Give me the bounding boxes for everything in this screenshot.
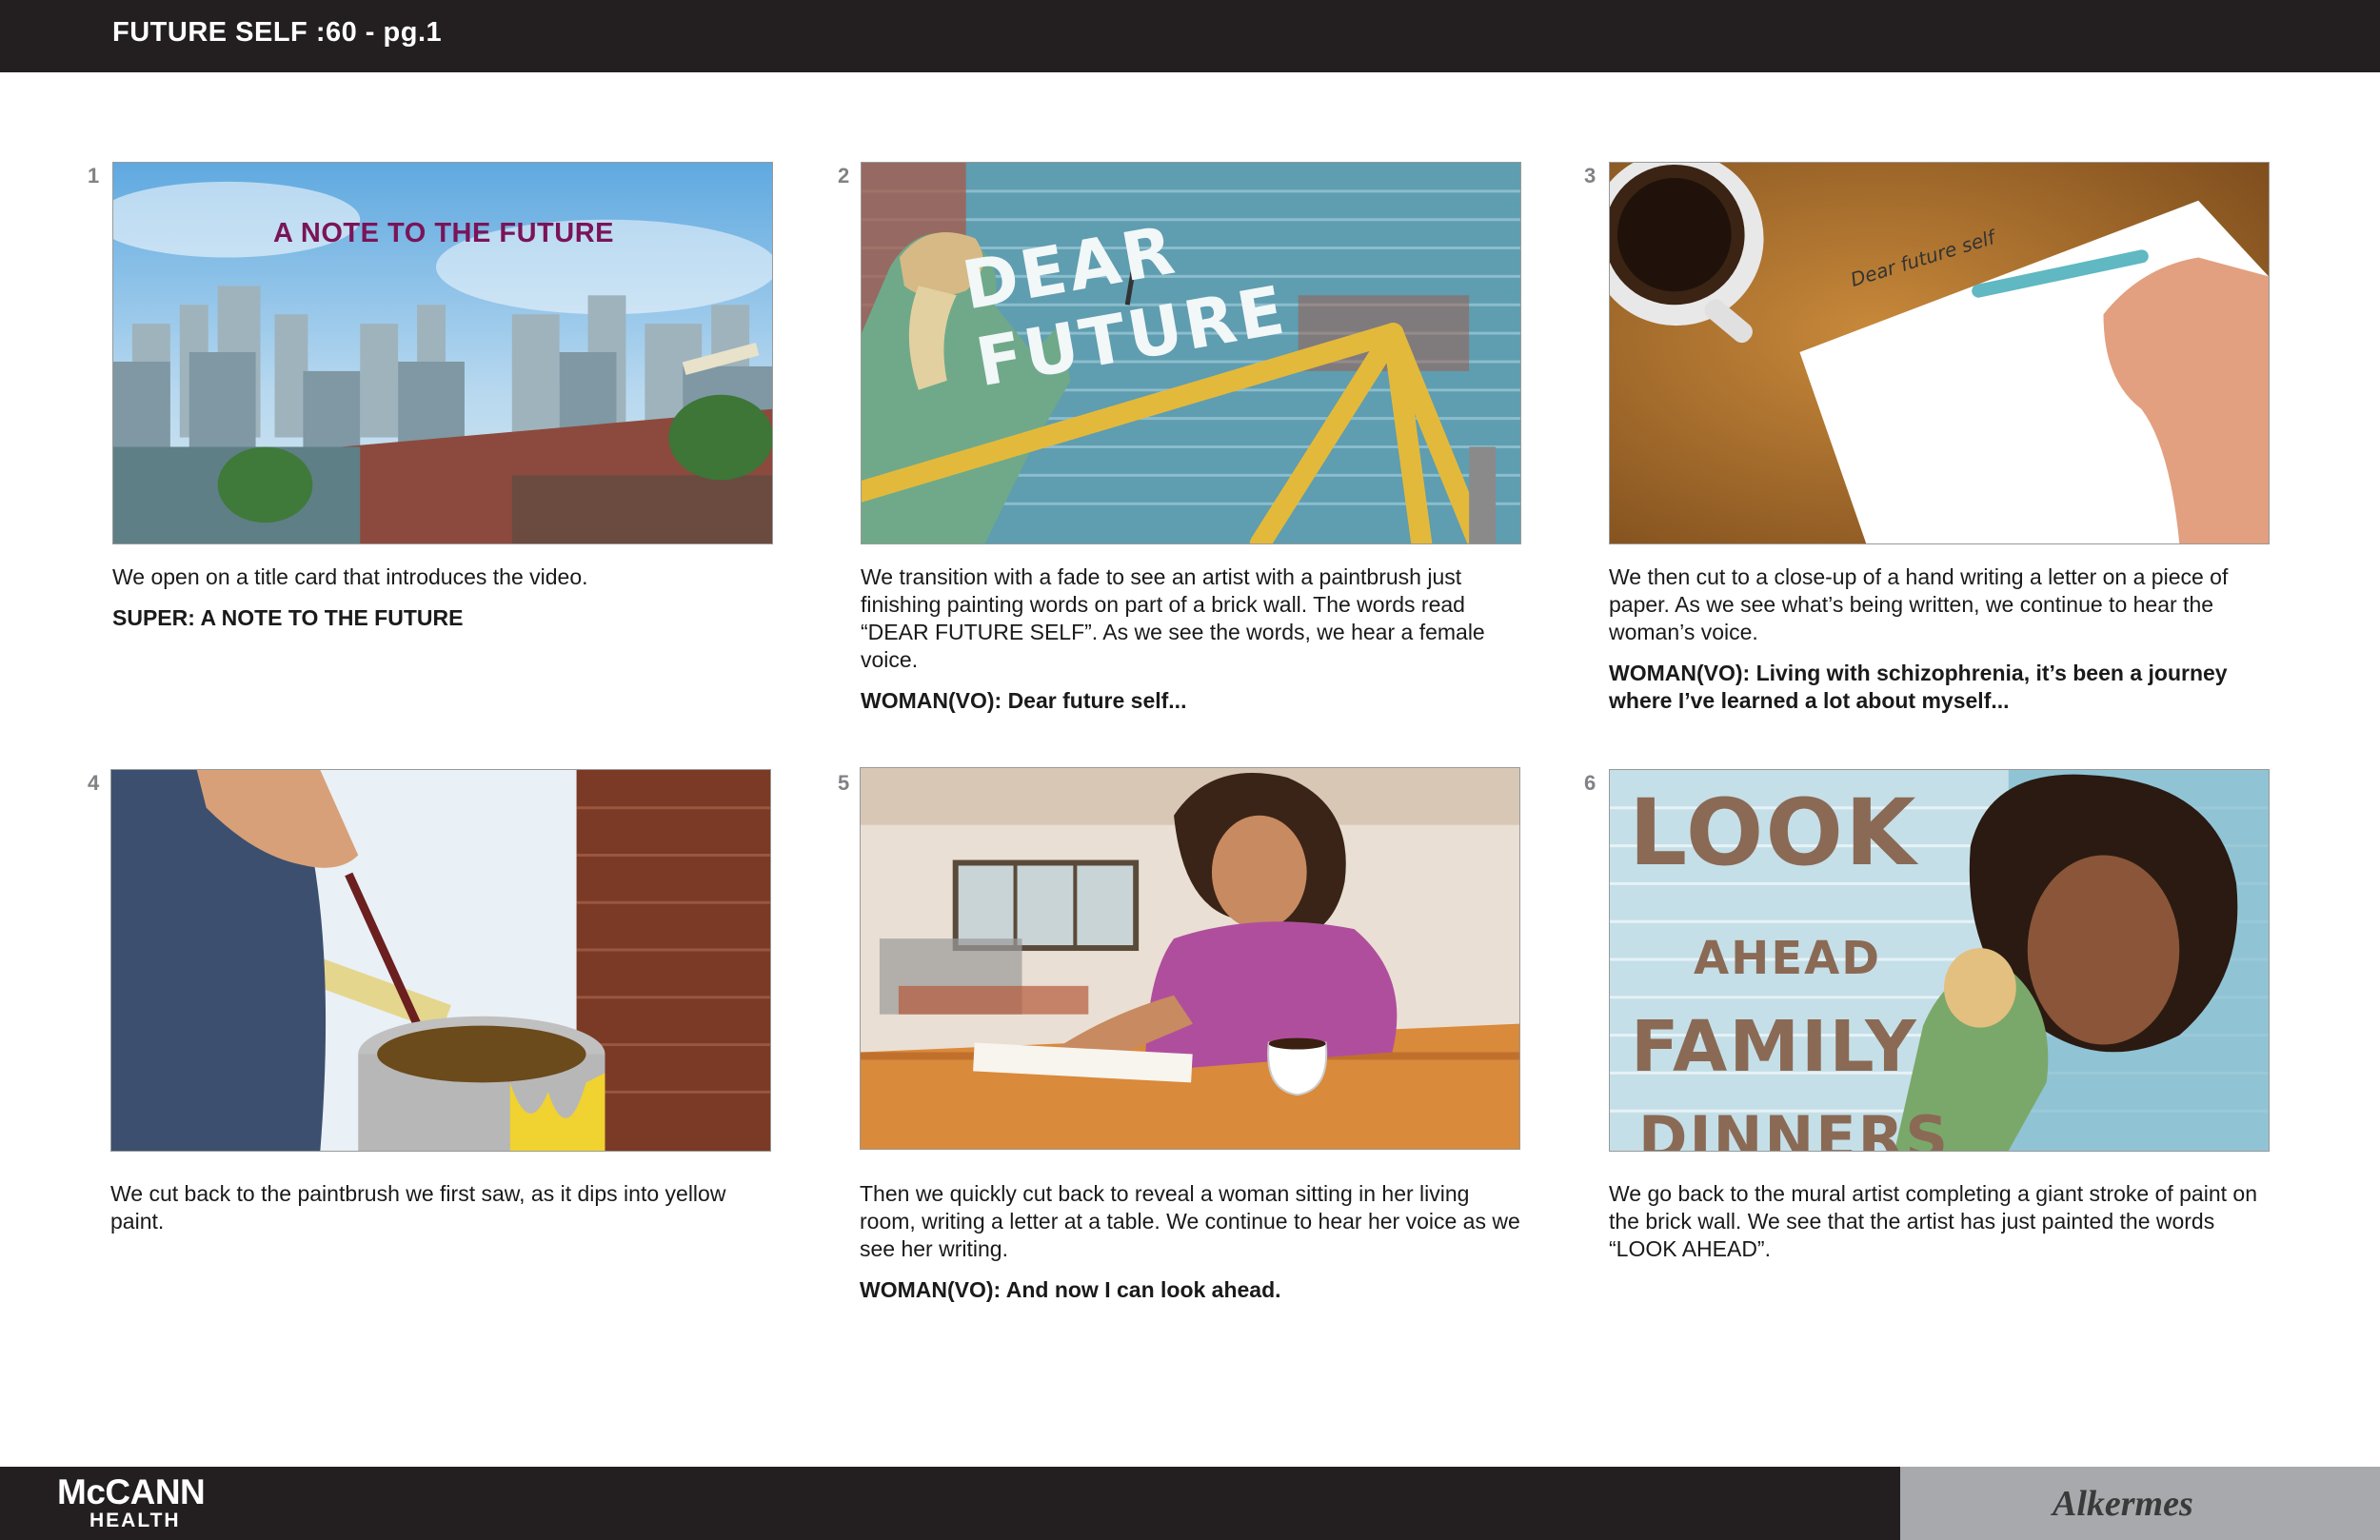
panel-number: 5 (838, 771, 850, 795)
panel-number: 2 (838, 164, 850, 188)
panel-number: 1 (88, 164, 100, 188)
woman-writing-illustration (861, 768, 1519, 1149)
mural-word: FAMILY (1631, 1006, 1918, 1088)
panel-2-description: We transition with a fade to see an arti… (861, 563, 1527, 715)
panel-5-frame (860, 767, 1520, 1150)
panel-description-text: We go back to the mural artist completin… (1609, 1181, 2257, 1261)
agency-logo-name: McCANN (57, 1472, 206, 1511)
paintbrush-bucket-illustration (111, 770, 770, 1151)
header-bar: FUTURE SELF :60 - pg.1 (0, 0, 2380, 72)
panel-6-frame: LOOK AHEAD FAMILY DINNERS (1609, 769, 2270, 1152)
panel-3-frame: Dear future self (1609, 162, 2270, 544)
page-title: FUTURE SELF :60 - pg.1 (112, 17, 443, 48)
client-logo-area: Alkermes (1900, 1467, 2380, 1540)
panel-description-text: Then we quickly cut back to reveal a wom… (860, 1181, 1520, 1261)
panel-vo-text: SUPER: A NOTE TO THE FUTURE (112, 605, 464, 630)
mural-word: LOOK (1629, 780, 1918, 886)
panel-1-frame: A NOTE TO THE FUTURE (112, 162, 773, 544)
panel-vo-text: WOMAN(VO): Dear future self... (861, 688, 1187, 713)
panel-description-text: We transition with a fade to see an arti… (861, 564, 1485, 672)
panel-number: 6 (1584, 771, 1597, 795)
panel-number: 3 (1584, 164, 1597, 188)
panel-5-description: Then we quickly cut back to reveal a wom… (860, 1180, 1526, 1304)
mural-word: AHEAD (1694, 932, 1882, 985)
agency-logo: McCANN HEALTH (57, 1472, 206, 1531)
panel-description-text: We then cut to a close-up of a hand writ… (1609, 564, 2229, 644)
panel-6-description: We go back to the mural artist completin… (1609, 1180, 2275, 1263)
footer-bar: McCANN HEALTH (0, 1467, 1900, 1540)
panel-description-text: We open on a title card that introduces … (112, 564, 588, 589)
panel-4-description: We cut back to the paintbrush we first s… (110, 1180, 777, 1235)
title-card-text: A NOTE TO THE FUTURE (273, 218, 614, 248)
panel-vo-text: WOMAN(VO): Living with schizophrenia, it… (1609, 661, 2228, 713)
panel-vo-text: WOMAN(VO): And now I can look ahead. (860, 1277, 1281, 1302)
panel-number: 4 (88, 771, 100, 795)
panel-1-description: We open on a title card that introduces … (112, 563, 779, 632)
agency-logo-subname: HEALTH (89, 1510, 181, 1531)
panel-2-frame: DEAR FUTURE (861, 162, 1521, 544)
client-logo: Alkermes (2053, 1484, 2193, 1524)
panel-description-text: We cut back to the paintbrush we first s… (110, 1181, 726, 1234)
panel-3-description: We then cut to a close-up of a hand writ… (1609, 563, 2275, 715)
hand-writing-illustration (1610, 163, 2269, 543)
mural-word: DINNERS (1638, 1103, 1951, 1152)
panel-4-frame (110, 769, 771, 1152)
